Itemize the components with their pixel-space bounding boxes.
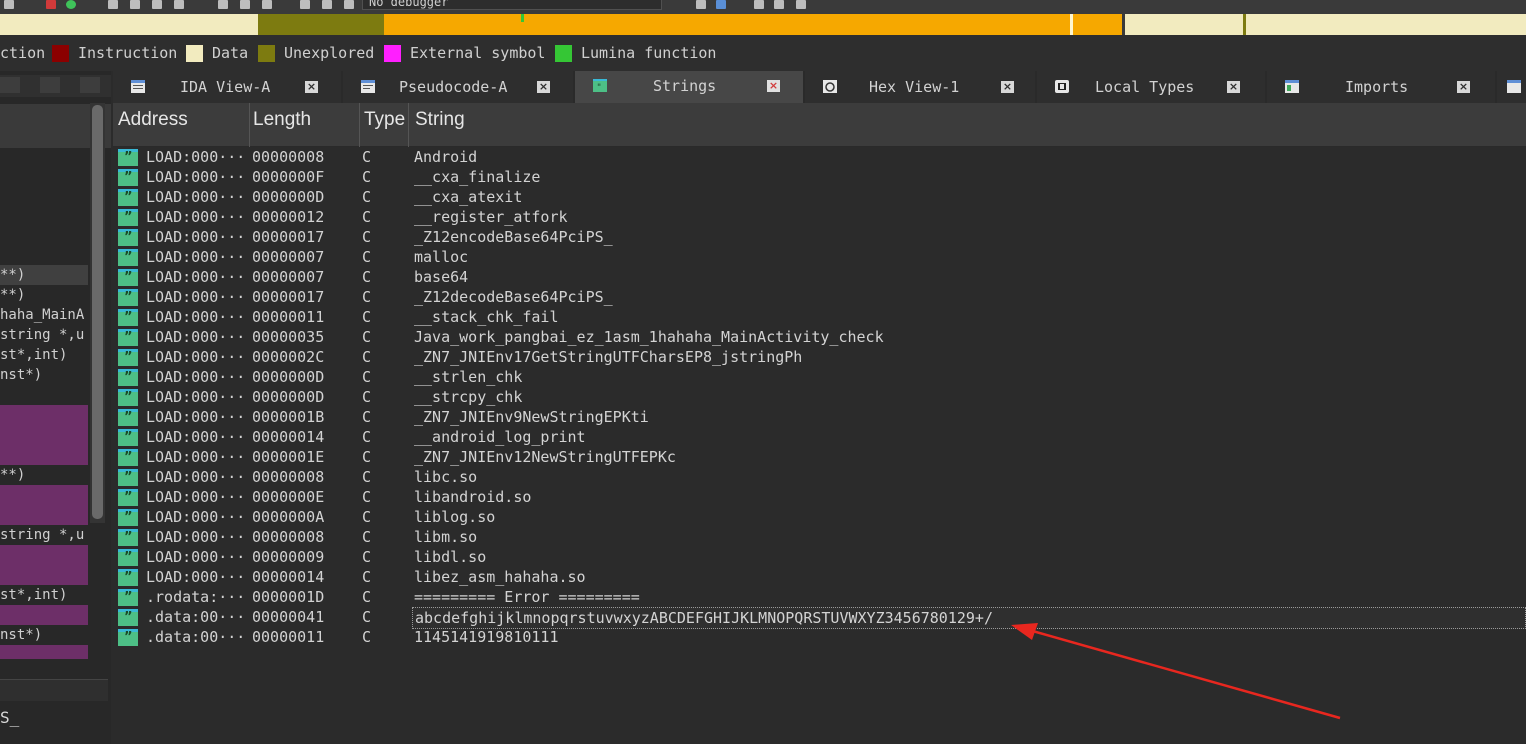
legend-partial-item: ction	[0, 44, 45, 62]
function-row[interactable]: string *,u	[0, 325, 88, 345]
nav-position-marker	[1070, 14, 1073, 35]
nav-unexplored-segment	[258, 14, 384, 35]
functions-panel: **) **) haha_MainA string *,u st*,int) n…	[0, 71, 111, 744]
tab-close-icon[interactable]: ×	[1457, 81, 1470, 93]
tab-imports[interactable]: Imports ×	[1267, 71, 1495, 103]
legend-label: Unexplored	[284, 44, 375, 62]
tab-label: Pseudocode-A	[399, 78, 508, 96]
step-out-icon[interactable]	[152, 0, 162, 9]
legend-partial-label: ction	[0, 44, 46, 62]
refresh-icon[interactable]	[240, 0, 250, 9]
tab-ida-view-a[interactable]: IDA View-A ×	[113, 71, 341, 103]
legend-swatch	[555, 44, 572, 62]
step-into-icon[interactable]	[108, 0, 118, 9]
nav-code-segment	[384, 14, 1122, 35]
play-icon[interactable]	[300, 0, 310, 9]
step-over-icon[interactable]	[130, 0, 140, 9]
tab-label: Local Types	[1095, 78, 1195, 96]
function-row[interactable]: st*,int)	[0, 585, 88, 605]
legend-swatch	[186, 44, 203, 62]
navigation-band[interactable]	[0, 14, 1526, 35]
legend-label: Data	[212, 44, 249, 62]
debugger-select[interactable]: No debugger	[362, 0, 662, 10]
cpu-icon[interactable]	[716, 0, 726, 9]
function-row[interactable]: string *,u	[0, 525, 88, 545]
tab-pseudocode-a[interactable]: Pseudocode-A ×	[343, 71, 573, 103]
function-row[interactable]: **)	[0, 265, 88, 285]
breakpoint-icon[interactable]	[218, 0, 228, 9]
tab-label: IDA View-A	[180, 78, 271, 96]
tab-close-icon[interactable]: ×	[537, 81, 550, 93]
hex-view-icon	[823, 80, 837, 93]
function-highlight	[0, 605, 88, 625]
ida-view-icon	[131, 80, 145, 93]
graph-icon[interactable]	[696, 0, 706, 9]
run-icon[interactable]	[66, 0, 76, 9]
legend-label: Lumina function	[581, 44, 717, 62]
pseudocode-icon	[361, 80, 375, 93]
pause-icon[interactable]	[322, 0, 332, 9]
strings-window: Address Length Type String LOAD:000···00…	[113, 103, 1526, 744]
legend-item-instruction: Instruction	[52, 44, 177, 62]
nav-separator	[1122, 14, 1125, 35]
strings-icon: "	[593, 79, 607, 92]
stop-icon[interactable]	[46, 0, 56, 9]
horizontal-scrollbar[interactable]	[0, 679, 108, 701]
svg-text:": "	[597, 83, 601, 92]
tree-icon[interactable]	[774, 0, 784, 9]
legend-item-lumina-function: Lumina function	[555, 44, 716, 62]
toolbar-icon[interactable]	[4, 0, 14, 9]
tab-label: Hex View-1	[869, 78, 960, 96]
nav-separator	[1243, 14, 1246, 35]
legend: ction Instruction Data Unexplored Extern…	[0, 35, 1526, 71]
function-row[interactable]: nst*)	[0, 625, 88, 645]
function-row[interactable]: haha_MainA	[0, 305, 88, 325]
legend-swatch	[258, 44, 275, 62]
function-row[interactable]: nst*)	[0, 365, 88, 385]
panel-menu-button[interactable]	[0, 77, 20, 93]
panel-float-button[interactable]	[40, 77, 60, 93]
nav-marker	[521, 14, 524, 22]
tab-local-types[interactable]: Local Types ×	[1037, 71, 1265, 103]
tab-overflow[interactable]	[1497, 71, 1526, 103]
legend-item-data: Data	[186, 44, 248, 62]
tree-alt-icon[interactable]	[796, 0, 806, 9]
tab-label: Strings	[653, 77, 717, 95]
imports-icon	[1285, 80, 1299, 93]
panel-status-text: S_	[0, 708, 20, 727]
scrollbar-thumb[interactable]	[92, 105, 103, 519]
local-types-icon	[1055, 80, 1069, 93]
stop-debug-icon[interactable]	[344, 0, 354, 9]
flag-icon[interactable]	[754, 0, 764, 9]
nav-data-segment	[0, 14, 258, 35]
tab-close-icon[interactable]: ×	[1001, 81, 1014, 93]
tab-close-icon[interactable]: ×	[1227, 81, 1240, 93]
trace-icon[interactable]	[174, 0, 184, 9]
tab-close-icon[interactable]: ×	[767, 80, 780, 92]
annotation-arrow	[1011, 623, 1341, 720]
tab-bar: IDA View-A × Pseudocode-A × " Strings × …	[113, 71, 1526, 103]
legend-label: External symbol	[410, 44, 546, 62]
legend-label: Instruction	[78, 44, 178, 62]
tab-strings[interactable]: " Strings ×	[575, 71, 803, 103]
function-row[interactable]: **)	[0, 285, 88, 305]
toolbar: No debugger	[0, 0, 1526, 14]
function-row[interactable]: st*,int)	[0, 345, 88, 365]
legend-item-unexplored: Unexplored	[258, 44, 374, 62]
diamond-icon[interactable]	[262, 0, 272, 9]
function-highlight	[0, 485, 88, 525]
function-highlight	[0, 545, 88, 585]
function-row[interactable]: **)	[0, 465, 88, 485]
panel-close-button[interactable]	[80, 77, 100, 93]
tab-hex-view-1[interactable]: Hex View-1 ×	[805, 71, 1035, 103]
function-highlight	[0, 645, 88, 659]
tab-label: Imports	[1345, 78, 1409, 96]
legend-swatch	[52, 44, 69, 62]
legend-item-external-symbol: External symbol	[384, 44, 545, 62]
tab-close-icon[interactable]: ×	[305, 81, 318, 93]
function-highlight	[0, 405, 88, 465]
legend-swatch	[384, 44, 401, 62]
exports-icon	[1507, 80, 1521, 93]
